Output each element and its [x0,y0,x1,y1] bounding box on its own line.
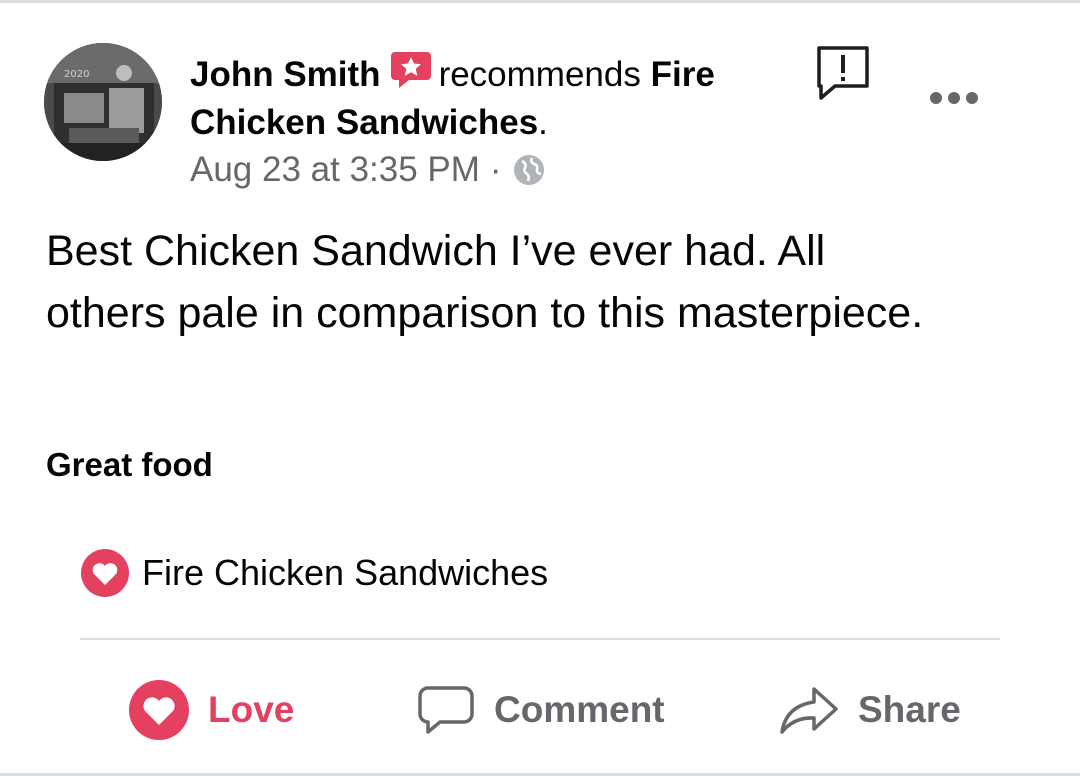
recommended-page-name[interactable]: Fire Chicken Sandwiches [142,552,548,594]
love-button[interactable]: Love [128,670,294,750]
action-bar: Love Comment Share [0,670,1080,750]
post-header: John Smith recommends Fire Chicken Sandw… [190,50,790,147]
recommended-page-row[interactable]: Fire Chicken Sandwiches [80,548,548,598]
comment-icon [418,686,474,734]
comment-button[interactable]: Comment [416,670,665,750]
page-link-line2[interactable]: Chicken Sandwiches [190,103,538,142]
recommendation-tag: Great food [46,446,213,483]
post-timestamp[interactable]: Aug 23 at 3:35 PM [190,150,480,190]
share-icon [780,687,838,734]
author-avatar[interactable]: 2020 [44,43,162,161]
author-name[interactable]: John Smith [190,55,381,94]
share-label: Share [858,689,961,730]
meta-separator: · [489,150,502,189]
recommend-badge-icon [390,52,431,88]
recommends-verb: recommends [438,55,641,94]
report-icon[interactable] [814,43,872,101]
post-meta: Aug 23 at 3:35 PM · [190,150,546,190]
post-body-text: Best Chicken Sandwich I’ve ever had. All… [46,227,924,337]
header-period: . [538,103,548,142]
top-border [0,0,1080,3]
more-options-icon[interactable] [928,88,980,108]
globe-icon [513,155,544,185]
heart-icon [81,549,129,597]
avatar-year-text: 2020 [64,69,89,80]
love-heart-icon [129,680,189,740]
comment-label: Comment [494,689,665,730]
love-label: Love [208,689,295,730]
page-link-line1[interactable]: Fire [651,55,715,94]
share-button[interactable]: Share [778,670,961,750]
actions-divider [80,638,1000,640]
